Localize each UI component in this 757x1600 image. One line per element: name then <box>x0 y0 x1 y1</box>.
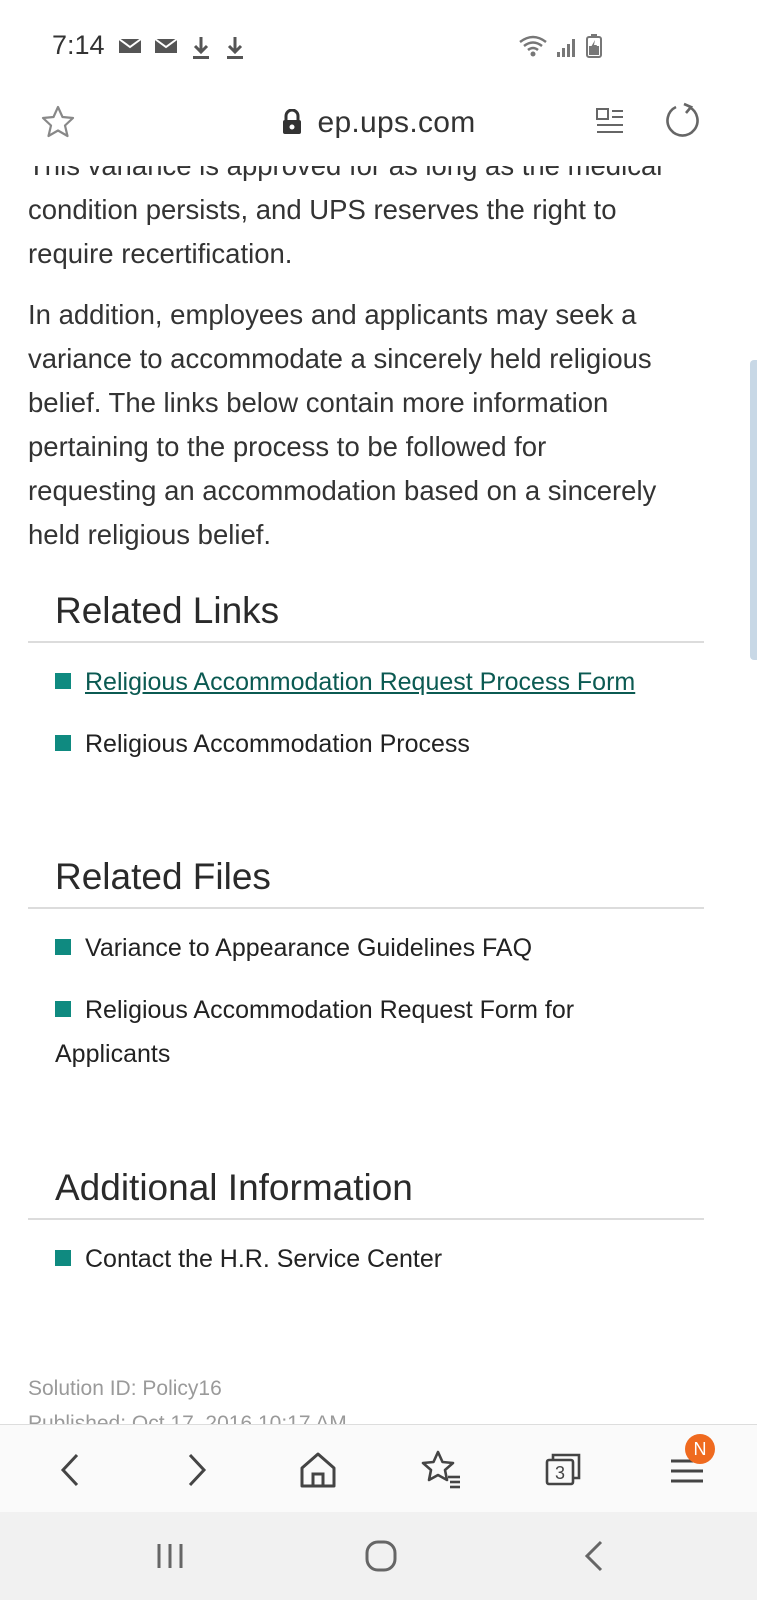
bullet-square <box>55 939 71 955</box>
reader-mode-icon[interactable] <box>595 106 625 143</box>
mail-icon <box>154 36 178 65</box>
wifi-icon <box>518 34 548 63</box>
list-item[interactable]: Religious Accommodation Request Process … <box>55 660 695 704</box>
tabs-icon[interactable]: 3 <box>539 1445 589 1495</box>
list-item[interactable]: Religious Accommodation Process <box>55 722 695 766</box>
list-item[interactable]: Religious Accommodation Request Form for… <box>55 988 595 1076</box>
lock-icon <box>281 108 303 143</box>
section-divider <box>28 907 704 909</box>
mail-icon <box>118 36 142 65</box>
url-text: ep.ups.com <box>317 106 476 139</box>
religious-accommodation-process-link[interactable]: Religious Accommodation Process <box>85 730 470 758</box>
url-field[interactable]: ep.ups.com <box>0 106 757 143</box>
section-divider <box>28 1218 704 1220</box>
related-links-heading: Related Links <box>55 590 280 631</box>
recent-apps-icon[interactable] <box>150 1536 190 1581</box>
system-navigation-bar <box>0 1512 757 1600</box>
related-files-heading: Related Files <box>55 856 271 897</box>
additional-information-heading: Additional Information <box>55 1167 413 1208</box>
variance-appearance-faq-link[interactable]: Variance to Appearance Guidelines FAQ <box>85 934 532 962</box>
forward-icon[interactable] <box>170 1445 220 1495</box>
bullet-square <box>55 1001 71 1017</box>
download-icon <box>224 36 246 65</box>
contact-hr-service-center-link[interactable]: Contact the H.R. Service Center <box>85 1245 442 1273</box>
published-date: Published: Oct 17, 2016 10:17 AM <box>28 1412 347 1424</box>
bookmarks-icon[interactable] <box>416 1445 466 1495</box>
back-chevron-icon[interactable] <box>575 1536 615 1581</box>
page-content: This variance is approved for as long as… <box>0 166 757 1424</box>
browser-url-bar: ep.ups.com <box>0 92 757 167</box>
paragraph-line: condition persists, and UPS reserves the… <box>28 194 617 225</box>
status-time: 7:14 <box>52 30 105 60</box>
reload-icon[interactable] <box>664 102 702 145</box>
paragraph-line: requesting an accommodation based on a s… <box>28 475 657 506</box>
paragraph-line: belief. The links below contain more inf… <box>28 387 609 418</box>
paragraph-line: variance to accommodate a sincerely held… <box>28 343 652 374</box>
tabs-count: 3 <box>555 1463 565 1483</box>
menu-notification-badge: N <box>685 1434 715 1464</box>
paragraph-line: pertaining to the process to be followed… <box>28 431 547 462</box>
list-item[interactable]: Variance to Appearance Guidelines FAQ <box>55 926 695 970</box>
paragraph-line: held religious belief. <box>28 519 272 550</box>
paragraph-line: In addition, employees and applicants ma… <box>28 299 637 330</box>
scrollbar-thumb[interactable] <box>750 360 757 660</box>
home-icon[interactable] <box>293 1445 343 1495</box>
religious-accommodation-request-process-form-link[interactable]: Religious Accommodation Request Process … <box>85 668 635 696</box>
home-circle-icon[interactable] <box>361 1536 401 1581</box>
paragraph-line: require recertification. <box>28 238 293 269</box>
signal-icon <box>556 36 578 63</box>
religious-accommodation-form-applicants-link[interactable]: Religious Accommodation Request Form for… <box>55 996 574 1068</box>
section-divider <box>28 641 704 643</box>
browser-bottom-toolbar: 3 <box>0 1424 757 1513</box>
bullet-square <box>55 735 71 751</box>
battery-charging-icon <box>586 34 602 63</box>
download-icon <box>190 36 212 65</box>
solution-id: Solution ID: Policy16 <box>28 1377 222 1400</box>
back-icon[interactable] <box>47 1445 97 1495</box>
bullet-square <box>55 1250 71 1266</box>
paragraph-cut-line: This variance is approved for as long as… <box>28 166 708 188</box>
system-icons <box>518 34 602 63</box>
bullet-square <box>55 673 71 689</box>
notification-icons <box>118 36 246 65</box>
status-bar: 7:14 <box>0 0 757 92</box>
list-item[interactable]: Contact the H.R. Service Center <box>55 1237 695 1281</box>
